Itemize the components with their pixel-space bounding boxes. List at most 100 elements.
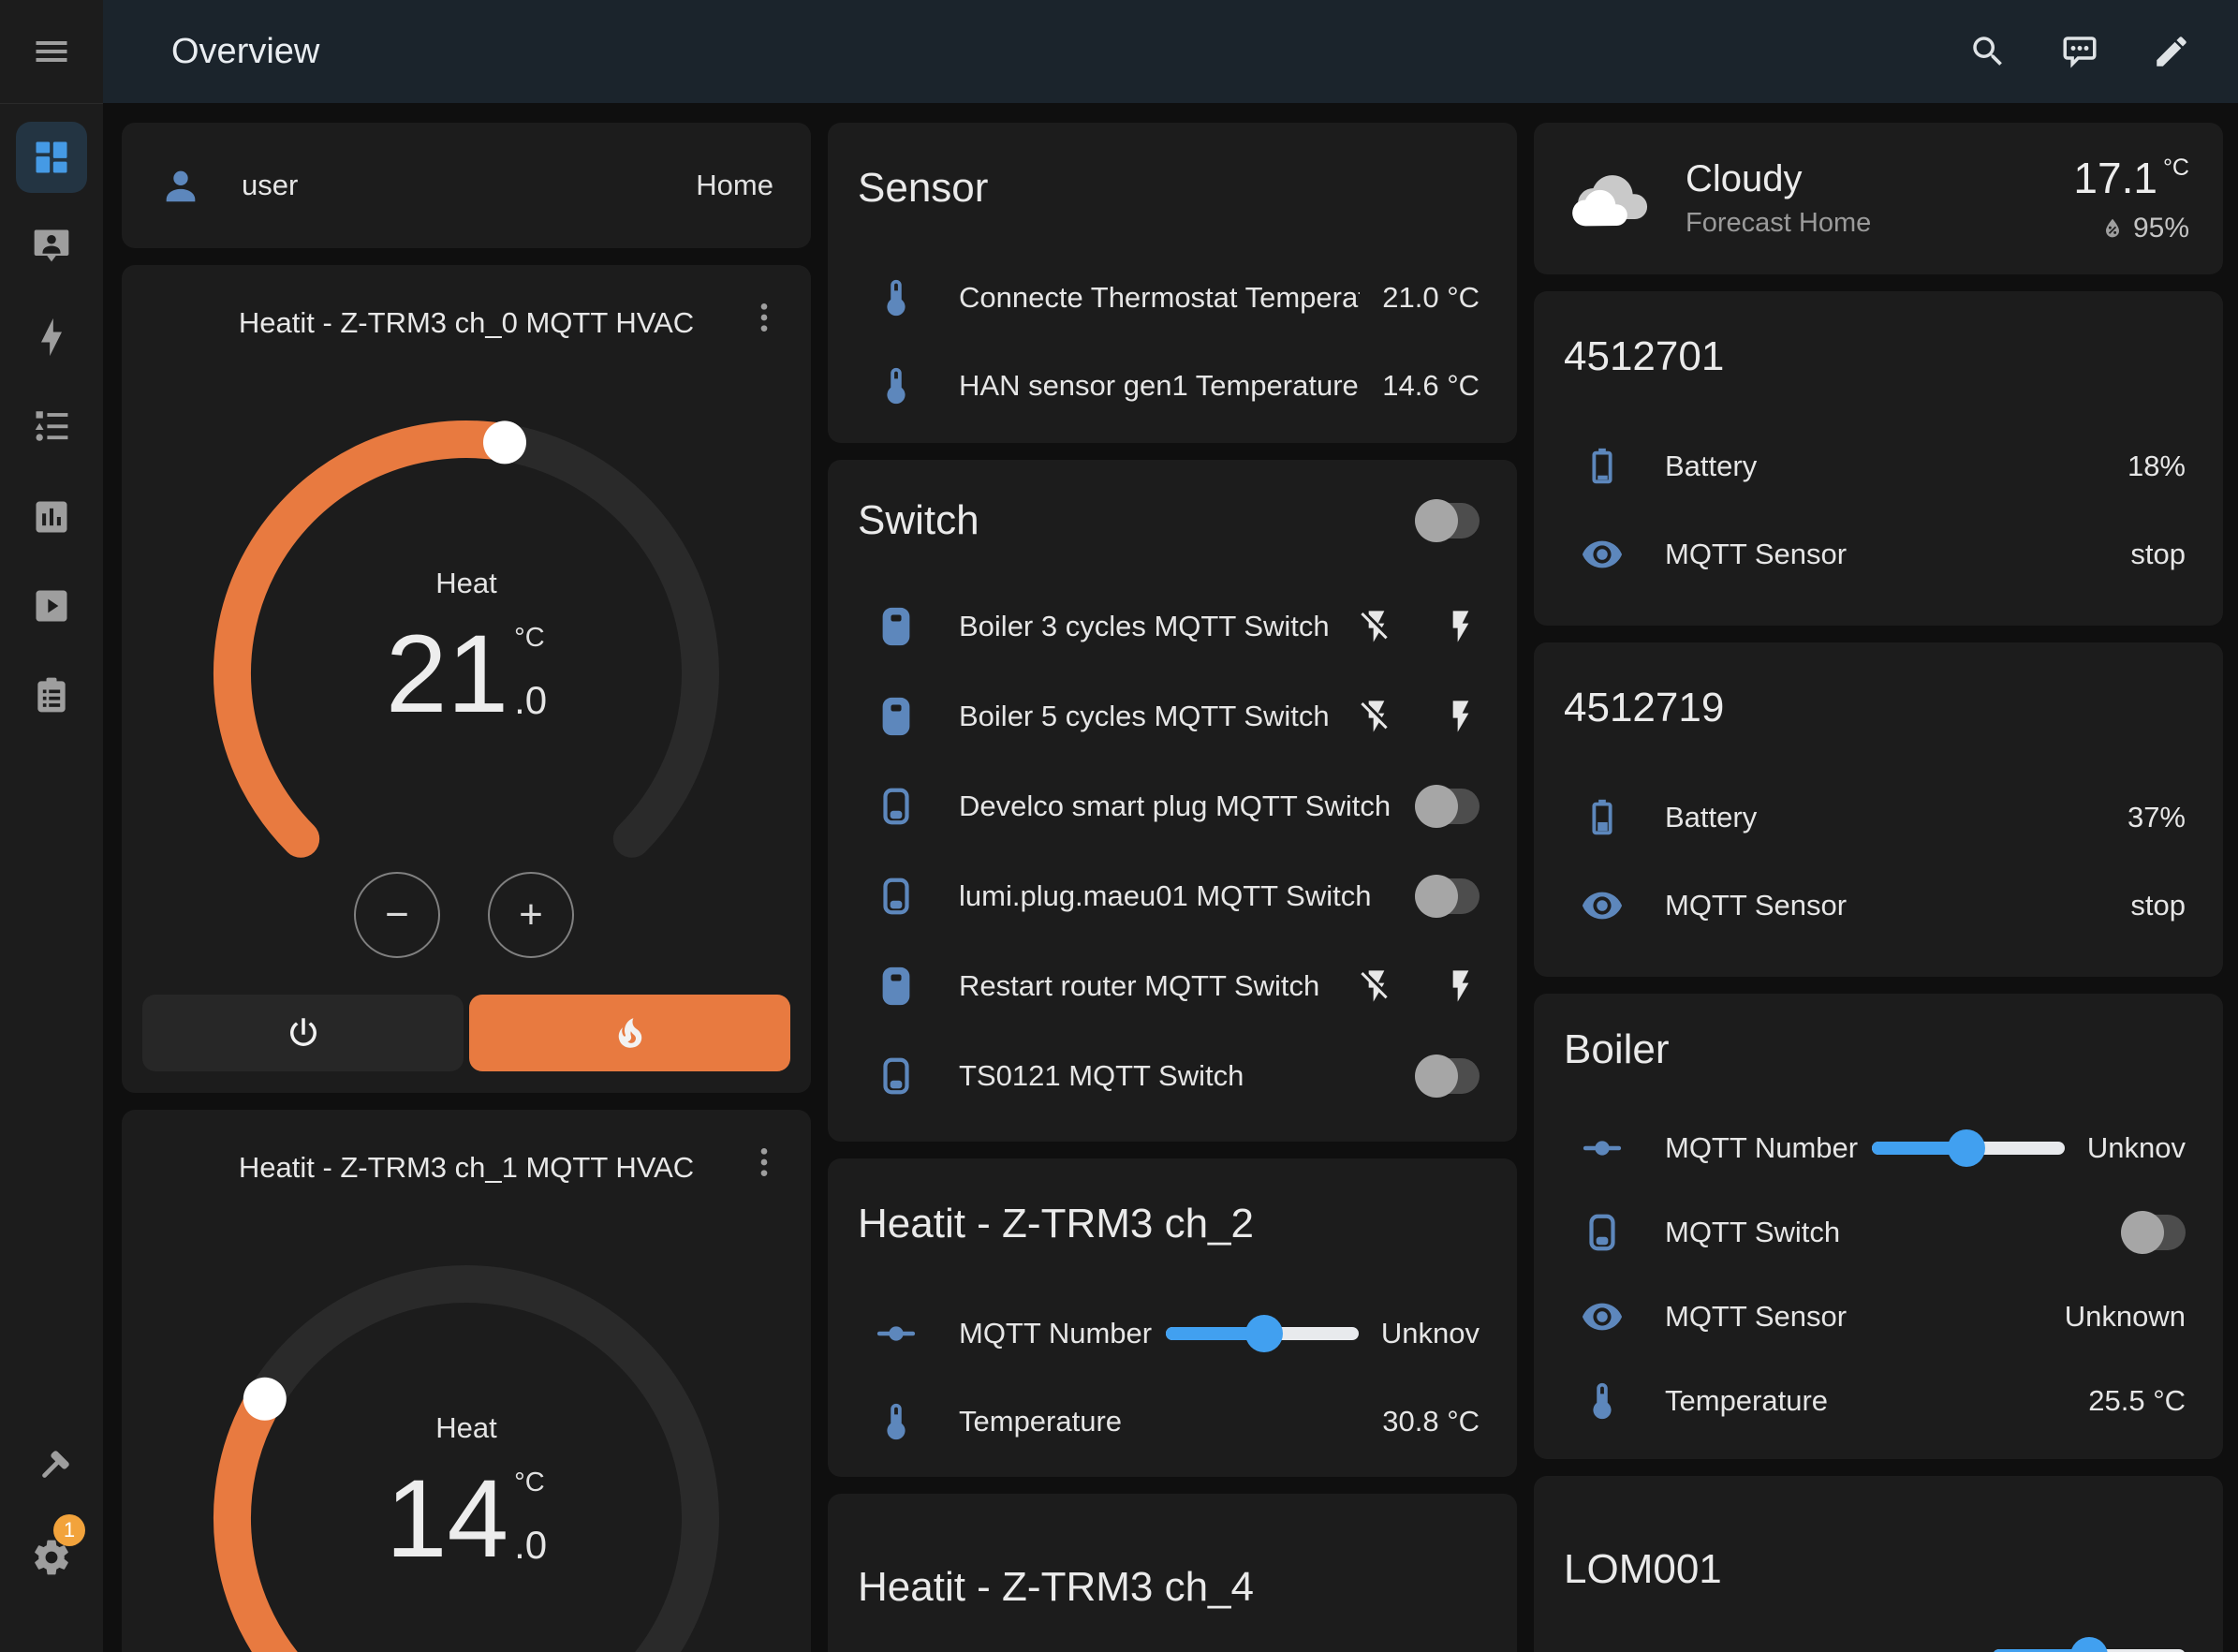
weather-card[interactable]: Cloudy Forecast Home 17.1 °C 95% xyxy=(1534,123,2223,274)
list-type-icon xyxy=(31,406,72,447)
sidebar-item-logbook[interactable] xyxy=(16,391,87,462)
power-icon xyxy=(284,1013,323,1053)
sensor-value: stop xyxy=(2130,889,2186,922)
number-slider[interactable] xyxy=(1993,1637,2186,1652)
dashboard-icon xyxy=(31,137,72,178)
battery-icon xyxy=(1581,445,1624,488)
sensor-label: Temperature xyxy=(959,1405,1360,1438)
sidebar-item-settings[interactable]: 1 xyxy=(16,1522,87,1593)
thermostat-card-ch1: Heatit - Z-TRM3 ch_1 MQTT HVAC Heat 14 °… xyxy=(122,1110,811,1652)
number-row[interactable]: MQTT Number Unknov xyxy=(1534,1106,2223,1190)
entity-toggle[interactable] xyxy=(2124,1215,2186,1250)
valve-icon xyxy=(1581,1127,1624,1170)
number-slider[interactable] xyxy=(1872,1129,2065,1167)
battery-row[interactable]: Battery 18% xyxy=(1534,422,2223,510)
number-row[interactable]: MQTT Number Unknov xyxy=(828,1290,1517,1378)
sensor-label: Temperature xyxy=(1665,1384,2066,1418)
search-button[interactable] xyxy=(1968,32,2008,71)
number-slider[interactable] xyxy=(1166,1315,1359,1352)
switch-row[interactable]: TS0121 MQTT Switch xyxy=(828,1031,1517,1121)
mode-off-button[interactable] xyxy=(142,995,464,1071)
heatit-ch4-card: Heatit - Z-TRM3 ch_4 xyxy=(828,1494,1517,1652)
battery-value: 37% xyxy=(2128,801,2186,834)
entity-toggle[interactable] xyxy=(1418,789,1480,824)
battery-row[interactable]: Battery 37% xyxy=(1534,774,2223,862)
sidebar: 1 xyxy=(0,0,103,1652)
card-menu-button[interactable] xyxy=(745,299,783,336)
card-title: Switch xyxy=(858,497,979,544)
number-label: MQTT Number xyxy=(959,1317,1166,1350)
toggle-switch-on-icon xyxy=(875,965,918,1008)
battery-label: Battery xyxy=(1665,450,2105,483)
assist-button[interactable] xyxy=(2060,32,2099,71)
flash-off-button[interactable] xyxy=(1358,967,1395,1005)
sensor-row[interactable]: Temperature 30.8 °C xyxy=(828,1378,1517,1466)
sidebar-item-energy[interactable] xyxy=(16,302,87,373)
switch-row[interactable]: Boiler 3 cycles MQTT Switch xyxy=(828,582,1517,671)
switch-row[interactable]: MQTT Switch xyxy=(1534,1190,2223,1275)
flash-on-button[interactable] xyxy=(1442,698,1480,735)
battery-label: Battery xyxy=(1665,801,2105,834)
sensor-value: 21.0 °C xyxy=(1382,281,1480,315)
sensor-value: stop xyxy=(2130,538,2186,571)
humidity-icon xyxy=(2099,215,2126,242)
mqtt-sensor-row[interactable]: MQTT Sensor stop xyxy=(1534,862,2223,950)
temp-decrease-button[interactable]: − xyxy=(354,872,440,958)
thermometer-icon xyxy=(1581,1379,1624,1423)
people-badge-icon xyxy=(31,225,72,266)
search-icon xyxy=(1968,32,2008,71)
number-row[interactable] xyxy=(1534,1614,2223,1652)
flash-off-button[interactable] xyxy=(1358,608,1395,645)
three-dots-icon xyxy=(745,299,783,336)
sidebar-item-developer-tools[interactable] xyxy=(16,1433,87,1504)
switch-label: Develco smart plug MQTT Switch xyxy=(959,789,1418,823)
switch-row[interactable]: Develco smart plug MQTT Switch xyxy=(828,761,1517,851)
temp-increase-button[interactable]: + xyxy=(488,872,574,958)
flash-on-button[interactable] xyxy=(1442,967,1480,1005)
switch-row[interactable]: lumi.plug.maeu01 MQTT Switch xyxy=(828,851,1517,941)
battery-icon xyxy=(1581,796,1624,839)
sidebar-item-todo[interactable] xyxy=(16,659,87,730)
temp-unit: °C xyxy=(514,1468,547,1498)
card-title: LOM001 xyxy=(1564,1546,1722,1593)
sidebar-item-history[interactable] xyxy=(16,481,87,553)
weather-humidity: 95% xyxy=(2099,213,2189,244)
menu-button[interactable] xyxy=(0,0,103,104)
thermostat-dial[interactable] xyxy=(204,1256,729,1652)
card-menu-button[interactable] xyxy=(745,1143,783,1181)
hammer-icon xyxy=(31,1448,72,1489)
user-card[interactable]: user Home xyxy=(122,123,811,248)
temp-decimal: .0 xyxy=(514,678,547,723)
three-dots-icon xyxy=(745,1143,783,1181)
sensor-row[interactable]: Temperature 25.5 °C xyxy=(1534,1359,2223,1443)
toggle-switch-on-icon xyxy=(875,605,918,648)
sidebar-item-media[interactable] xyxy=(16,570,87,642)
switch-row[interactable]: Boiler 5 cycles MQTT Switch xyxy=(828,671,1517,761)
switch-label: Boiler 3 cycles MQTT Switch xyxy=(959,610,1358,643)
entity-toggle[interactable] xyxy=(1418,1058,1480,1094)
mode-heat-button[interactable] xyxy=(469,995,790,1071)
sensor-value: 30.8 °C xyxy=(1382,1405,1480,1438)
mqtt-sensor-row[interactable]: MQTT Sensor stop xyxy=(1534,510,2223,598)
cloudy-icon xyxy=(1568,157,1650,240)
mqtt-sensor-row[interactable]: MQTT Sensor Unknown xyxy=(1534,1275,2223,1359)
number-value: Unknov xyxy=(1381,1317,1480,1350)
switch-row[interactable]: Restart router MQTT Switch xyxy=(828,941,1517,1031)
sidebar-item-dashboard[interactable] xyxy=(16,122,87,193)
user-location: Home xyxy=(696,169,773,202)
app-header: Overview xyxy=(103,0,2238,103)
edit-dashboard-button[interactable] xyxy=(2152,32,2191,71)
entity-toggle[interactable] xyxy=(1418,878,1480,914)
sensor-row[interactable]: Connecte Thermostat Temperature 21.0 °C xyxy=(828,254,1517,342)
flash-off-button[interactable] xyxy=(1358,698,1395,735)
thermometer-icon xyxy=(875,364,918,407)
temp-decimal: .0 xyxy=(514,1523,547,1568)
card-title: Heatit - Z-TRM3 ch_2 xyxy=(858,1201,1254,1247)
sensor-row[interactable]: HAN sensor gen1 Temperature 14.6 °C xyxy=(828,342,1517,430)
switch-group-toggle[interactable] xyxy=(1418,503,1480,538)
user-name: user xyxy=(242,169,696,202)
device-4512719-card: 4512719 Battery 37% MQTT Sensor stop xyxy=(1534,642,2223,977)
sidebar-item-people[interactable] xyxy=(16,210,87,281)
flash-on-button[interactable] xyxy=(1442,608,1480,645)
toggle-switch-on-icon xyxy=(875,695,918,738)
